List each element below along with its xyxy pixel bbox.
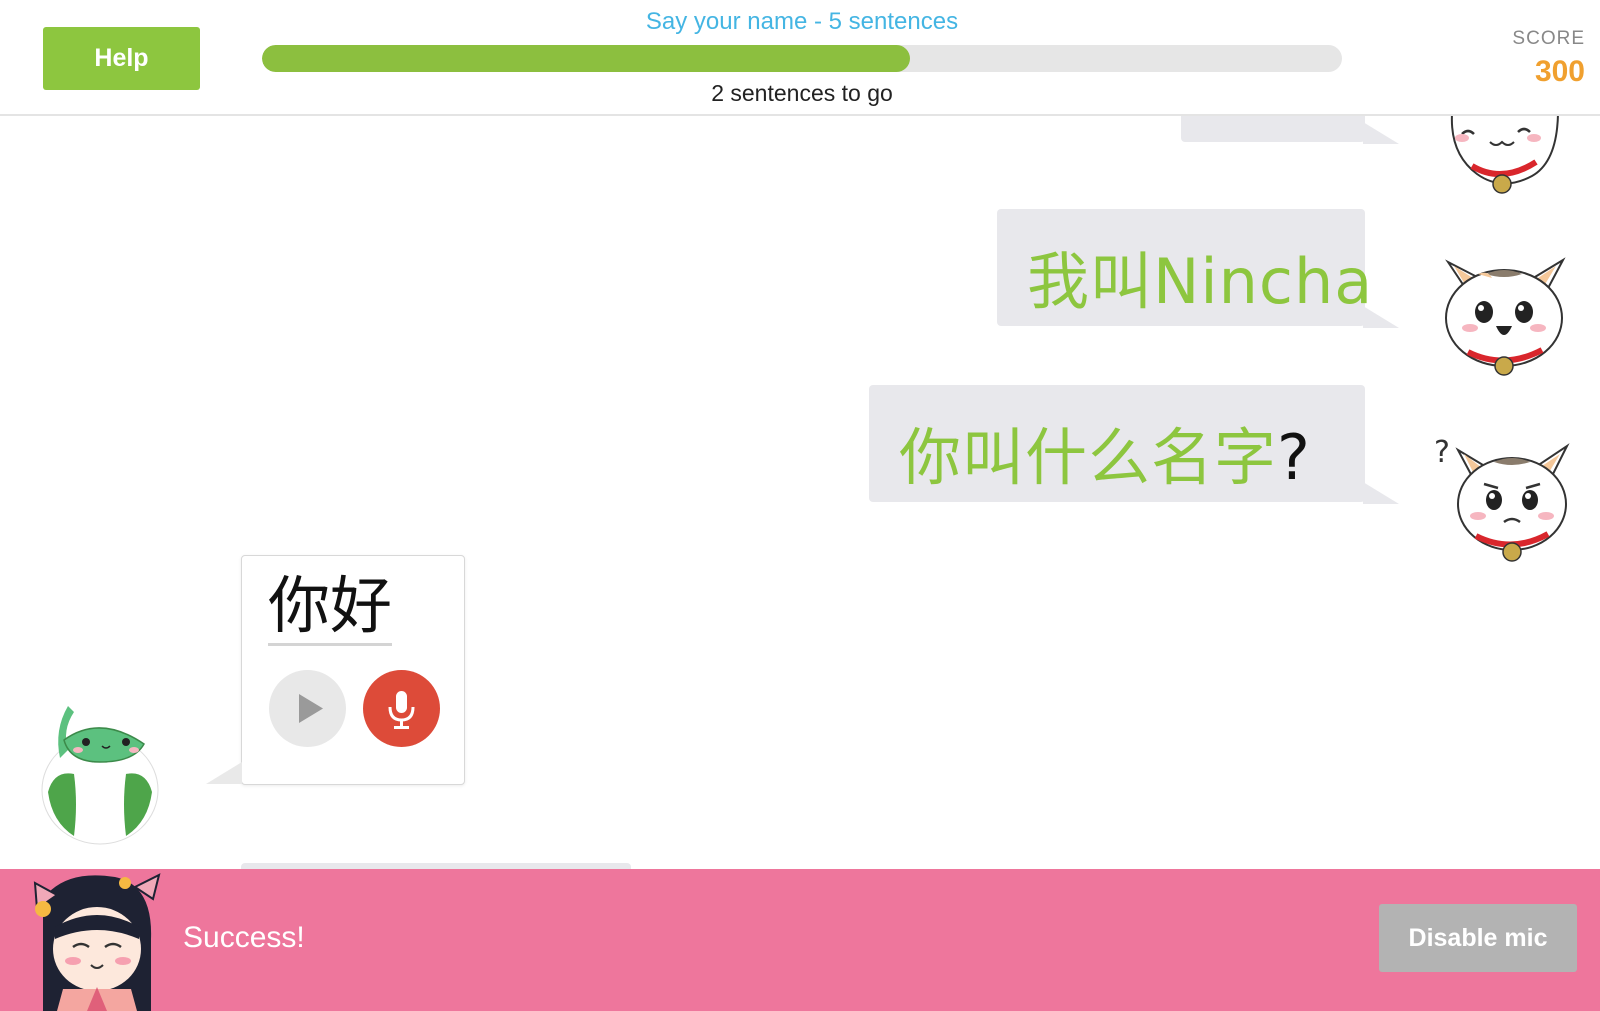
top-bar: Help Say your name - 5 sentences 2 sente…	[0, 0, 1600, 116]
help-button[interactable]: Help	[43, 27, 200, 90]
progress-remaining-text: 2 sentences to go	[711, 80, 893, 106]
character-avatar-icon	[33, 873, 161, 1011]
lesson-title: Say your name - 5 sentences	[645, 8, 959, 35]
play-icon	[299, 694, 323, 723]
microphone-icon	[388, 691, 415, 729]
svg-text:?: ?	[1434, 435, 1450, 470]
progress-bar	[262, 45, 1342, 72]
cat-avatar-icon	[1445, 257, 1566, 376]
progress-bar-fill	[262, 45, 910, 72]
message-bubble: 我叫Nincha	[997, 209, 1399, 328]
record-mic-button[interactable]	[363, 670, 440, 747]
cat-avatar-icon	[1450, 114, 1560, 194]
message-text: 你叫什么名字?	[899, 421, 1311, 494]
cat-avatar-question-icon: ?	[1434, 435, 1570, 562]
response-text: 你好	[268, 570, 393, 647]
success-message: Success!	[183, 921, 305, 954]
message-bubble: 你叫什么名字?	[869, 385, 1399, 504]
dinosaur-egg-avatar-icon	[41, 706, 159, 845]
play-audio-button[interactable]	[269, 670, 346, 747]
score-value: 300	[1534, 55, 1585, 88]
app-frame: Help Say your name - 5 sentences 2 sente…	[0, 0, 1600, 1011]
feedback-banner: Success! Disable mic	[0, 869, 1600, 1011]
disable-mic-button[interactable]: Disable mic	[1379, 904, 1577, 972]
score-label: SCORE	[1512, 28, 1585, 49]
message-text: 我叫Nincha	[1027, 245, 1374, 318]
response-card: 你好	[206, 555, 465, 785]
